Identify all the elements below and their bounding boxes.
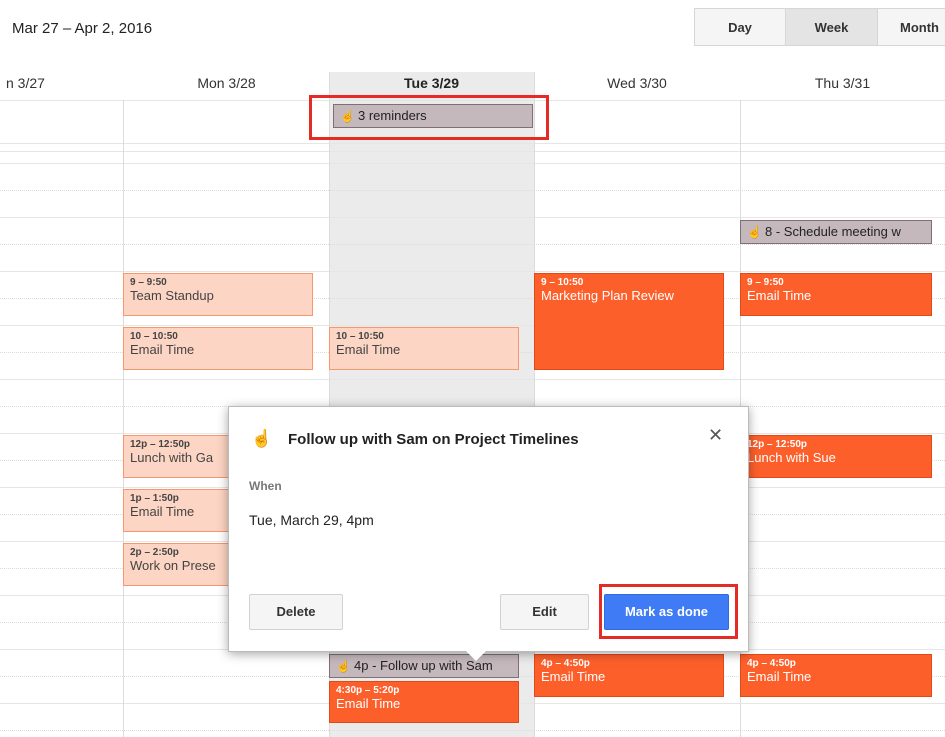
event-email-time[interactable]: 4p – 4:50p Email Time bbox=[740, 654, 932, 697]
reminder-follow-up-sam[interactable]: ☝ 4p - Follow up with Sam bbox=[329, 654, 519, 678]
week-view-button[interactable]: Week bbox=[785, 8, 878, 46]
day-header-thu[interactable]: Thu 3/31 bbox=[740, 75, 945, 91]
grid-line bbox=[0, 151, 945, 152]
event-title: Email Time bbox=[336, 696, 401, 711]
day-view-button[interactable]: Day bbox=[694, 8, 786, 46]
popup-title: Follow up with Sam on Project Timelines bbox=[288, 431, 579, 448]
hand-pointer-icon: ☝ bbox=[251, 429, 273, 448]
popup-arrow bbox=[466, 651, 486, 661]
event-email-time[interactable]: 4:30p – 5:20p Email Time bbox=[329, 681, 519, 723]
event-team-standup[interactable]: 9 – 9:50 Team Standup bbox=[123, 273, 313, 316]
day-header-tue[interactable]: Tue 3/29 bbox=[329, 75, 534, 91]
event-title: Email Time bbox=[336, 342, 401, 357]
grid-line bbox=[0, 730, 945, 731]
event-email-time[interactable]: 10 – 10:50 Email Time bbox=[329, 327, 519, 370]
reminder-label: 8 - Schedule meeting w bbox=[765, 224, 901, 239]
event-marketing-plan-review[interactable]: 9 – 10:50 Marketing Plan Review bbox=[534, 273, 724, 370]
event-time: 4p – 4:50p bbox=[541, 658, 590, 669]
month-view-button[interactable]: Month bbox=[877, 8, 945, 46]
grid-line bbox=[0, 217, 945, 218]
event-time: 9 – 9:50 bbox=[747, 277, 784, 288]
day-header-wed[interactable]: Wed 3/30 bbox=[534, 75, 740, 91]
event-time: 10 – 10:50 bbox=[336, 331, 384, 342]
event-time: 12p – 12:50p bbox=[747, 439, 808, 450]
event-time: 9 – 10:50 bbox=[541, 277, 584, 288]
day-header-mon[interactable]: Mon 3/28 bbox=[124, 75, 329, 91]
reminder-schedule-meeting[interactable]: ☝ 8 - Schedule meeting w bbox=[740, 220, 932, 244]
event-title: Email Time bbox=[130, 342, 195, 357]
event-title: Lunch with Sue bbox=[747, 450, 836, 465]
event-email-time[interactable]: 9 – 9:50 Email Time bbox=[740, 273, 932, 316]
event-time: 4:30p – 5:20p bbox=[336, 685, 400, 696]
when-value: Tue, March 29, 4pm bbox=[249, 512, 374, 528]
hand-pointer-icon: ☝ bbox=[747, 225, 762, 239]
grid-line bbox=[0, 143, 945, 144]
close-icon[interactable]: ✕ bbox=[708, 425, 723, 446]
highlight-box-reminders bbox=[309, 95, 549, 140]
event-email-time[interactable]: 4p – 4:50p Email Time bbox=[534, 654, 724, 697]
delete-button[interactable]: Delete bbox=[249, 594, 343, 630]
grid-line bbox=[0, 379, 945, 380]
event-title: Marketing Plan Review bbox=[541, 288, 674, 303]
grid-line bbox=[0, 190, 945, 191]
highlight-box-mark-as-done bbox=[599, 584, 738, 639]
event-title: Team Standup bbox=[130, 288, 214, 303]
event-title: Email Time bbox=[747, 669, 812, 684]
event-email-time[interactable]: 10 – 10:50 Email Time bbox=[123, 327, 313, 370]
grid-line bbox=[0, 244, 945, 245]
grid-line bbox=[0, 325, 945, 326]
event-title: Email Time bbox=[541, 669, 606, 684]
edit-button[interactable]: Edit bbox=[500, 594, 589, 630]
column-divider bbox=[123, 100, 124, 737]
date-range-title: Mar 27 – Apr 2, 2016 bbox=[12, 20, 153, 37]
event-time: 10 – 10:50 bbox=[130, 331, 178, 342]
grid-line bbox=[0, 163, 945, 164]
hand-pointer-icon: ☝ bbox=[336, 659, 351, 673]
grid-line bbox=[0, 271, 945, 272]
day-header-sun[interactable]: n 3/27 bbox=[6, 75, 46, 91]
when-label: When bbox=[249, 479, 282, 493]
event-lunch-with-sue[interactable]: 12p – 12:50p Lunch with Sue bbox=[740, 435, 932, 478]
event-time: 9 – 9:50 bbox=[130, 277, 167, 288]
event-title: Email Time bbox=[747, 288, 812, 303]
event-time: 4p – 4:50p bbox=[747, 658, 796, 669]
